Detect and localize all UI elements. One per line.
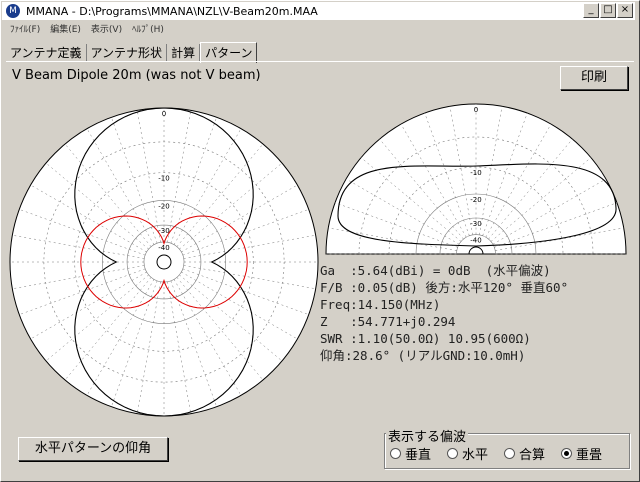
menu-view[interactable]: 表示(V) — [91, 22, 122, 38]
radio-label: 合算 — [519, 448, 546, 463]
polarization-legend: 表示する偏波 — [386, 426, 469, 445]
window-title: MMANA - D:\Programs\MMANA\NZL\V-Beam20m.… — [26, 4, 318, 18]
menu-bar: ﾌｧｲﾙ(F) 編集(E) 表示(V) ﾍﾙﾌﾟ(H) — [2, 22, 164, 38]
radio-vertical[interactable]: 垂直 — [390, 444, 431, 463]
radio-icon — [447, 448, 459, 459]
tab-calculate[interactable]: 計算 — [167, 44, 201, 62]
print-button[interactable]: 印刷 — [560, 66, 628, 90]
tick-label: -30 — [470, 220, 481, 228]
radio-icon — [390, 448, 401, 459]
polarization-options: 垂直 水平 合算 重畳 — [390, 444, 602, 463]
radio-total[interactable]: 合算 — [504, 444, 545, 463]
radio-label: 水平 — [462, 448, 489, 463]
title-bar[interactable]: M MMANA - D:\Programs\MMANA\NZL\V-Beam20… — [2, 2, 635, 20]
radio-overlay[interactable]: 重畳 — [561, 444, 602, 463]
tick-label: -20 — [158, 202, 169, 210]
minimize-button[interactable]: _ — [583, 3, 599, 18]
tick-label: -10 — [470, 169, 481, 177]
radio-horizontal[interactable]: 水平 — [447, 444, 488, 463]
tick-label: -40 — [158, 244, 169, 252]
tick-label: -40 — [470, 237, 481, 245]
tick-label: 0 — [474, 106, 478, 114]
tab-antenna-geometry[interactable]: アンテナ形状 — [87, 44, 168, 62]
menu-file[interactable]: ﾌｧｲﾙ(F) — [10, 22, 40, 38]
radio-label: 垂直 — [405, 448, 432, 463]
elevation-text: 仰角:28.6° (リアルGND:10.0mH) — [320, 348, 526, 363]
tab-antenna-definition[interactable]: アンテナ定義 — [6, 44, 87, 62]
radio-selected-icon — [561, 448, 573, 459]
menu-edit[interactable]: 編集(E) — [50, 22, 81, 38]
horizontal-pattern-plot: 0-10-20-30-40 — [9, 107, 319, 417]
swr-text: SWR :1.10(50.0Ω) 10.95(600Ω) — [320, 331, 531, 346]
mmana-app-icon: M — [6, 4, 20, 18]
model-title: V Beam Dipole 20m (was not V beam) — [12, 68, 261, 83]
tick-label: 0 — [162, 110, 166, 118]
freq-text: Freq:14.150(MHz) — [320, 297, 441, 312]
maximize-button[interactable]: □ — [600, 3, 616, 18]
tab-pattern[interactable]: パターン — [200, 42, 258, 63]
radio-label: 重畳 — [576, 448, 603, 463]
impedance-text: Z :54.771+j0.294 — [320, 314, 456, 329]
gain-text: Ga :5.64(dBi) = 0dB (水平偏波) — [320, 263, 551, 278]
fb-text: F/B :0.05(dB) 後方:水平120° 垂直60° — [320, 280, 569, 295]
radio-icon — [504, 448, 516, 459]
horizontal-pattern-elevation-button[interactable]: 水平パターンの仰角 — [18, 437, 168, 461]
close-button[interactable]: × — [617, 3, 633, 18]
tick-label: -10 — [158, 175, 169, 183]
menu-help[interactable]: ﾍﾙﾌﾟ(H) — [132, 22, 164, 38]
results-panel: Ga :5.64(dBi) = 0dB (水平偏波) F/B :0.05(dB) … — [320, 262, 568, 364]
plot-outer-circle — [9, 107, 319, 417]
tick-label: -20 — [470, 196, 481, 204]
tab-strip: アンテナ定義 アンテナ形状 計算 パターン — [6, 42, 258, 63]
vertical-pattern-plot: 0 -10 -20 -30 -40 — [325, 103, 627, 255]
